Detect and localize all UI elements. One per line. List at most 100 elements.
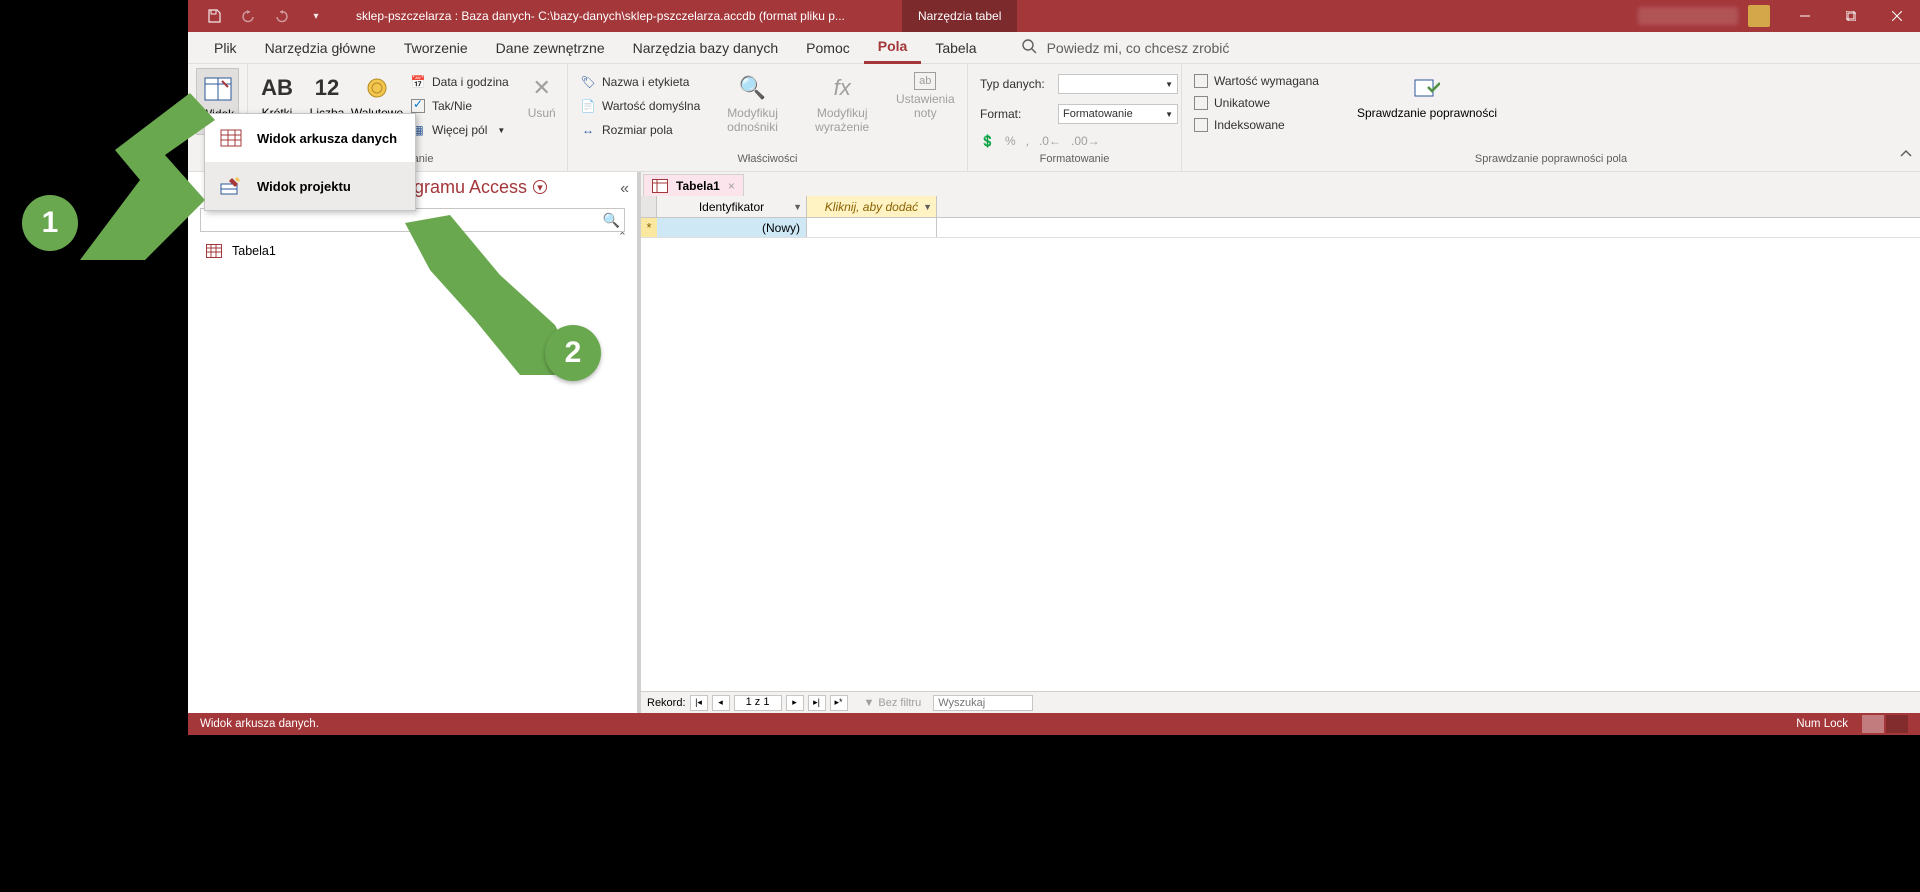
close-tab-icon[interactable]: × <box>728 179 735 193</box>
filter-icon: ▼ <box>864 697 875 709</box>
annotation-badge-1: 1 <box>22 195 78 251</box>
save-icon[interactable] <box>206 8 222 24</box>
number-format-buttons: 💲 % , .0← .00→ <box>976 132 1182 150</box>
tab-file[interactable]: Plik <box>200 32 251 64</box>
search-icon <box>1021 38 1037 57</box>
nav-header-dropdown-icon[interactable]: ▾ <box>533 180 547 194</box>
nav-item-tabela1[interactable]: Tabela1 <box>188 238 637 264</box>
row-selector-new[interactable]: * <box>641 218 657 237</box>
data-type-combo: ▼ <box>1058 74 1178 94</box>
chevron-down-icon[interactable]: ▼ <box>793 202 802 212</box>
user-avatar[interactable] <box>1748 5 1770 27</box>
record-position[interactable]: 1 z 1 <box>734 695 782 711</box>
doc-tab-tabela1[interactable]: Tabela1 × <box>643 174 744 196</box>
redo-icon[interactable] <box>274 8 290 24</box>
collapse-ribbon-icon[interactable] <box>1900 147 1912 165</box>
search-icon: 🔍 <box>603 212 620 229</box>
delete-button: ✕ Usuń <box>521 68 563 124</box>
modify-lookups-button: 🔍Modyfikuj odnośniki <box>712 68 793 138</box>
group-formatting: Formatowanie <box>976 153 1173 167</box>
collapse-nav-icon[interactable]: « <box>620 180 629 198</box>
currency-icon <box>361 72 393 104</box>
record-label: Rekord: <box>647 697 686 709</box>
text-icon: AB <box>261 72 293 104</box>
prev-record-button[interactable]: ◂ <box>712 695 730 711</box>
left-black-margin <box>0 0 188 892</box>
column-identyfikator[interactable]: Identyfikator▼ <box>657 196 807 217</box>
cell-id-new[interactable]: (Nowy) <box>657 218 807 237</box>
currency-format-icon: 💲 <box>980 134 995 148</box>
format-combo: Formatowanie▼ <box>1058 104 1178 124</box>
first-record-button[interactable]: |◂ <box>690 695 708 711</box>
nav-search-box[interactable]: 🔍 <box>200 208 625 232</box>
yes-no-button[interactable]: Tak/Nie <box>406 96 513 116</box>
field-size-button: ↔Rozmiar pola <box>576 120 704 140</box>
chevron-down-icon: ▼ <box>1165 80 1173 89</box>
ribbon: Widok ▼ AB Krótki tekst 12 Liczba Waluto… <box>188 64 1920 172</box>
decrease-decimal-icon: .00→ <box>1071 134 1100 148</box>
table-icon <box>206 244 222 258</box>
design-view-item[interactable]: Widok projektu <box>205 162 415 210</box>
context-tab-label: Narzędzia tabel <box>902 0 1017 32</box>
design-view-shortcut[interactable] <box>1886 715 1908 733</box>
nav-item-label: Tabela1 <box>232 244 276 258</box>
validation-button[interactable]: Sprawdzanie poprawności <box>1351 68 1503 124</box>
size-icon: ↔ <box>580 122 596 138</box>
maximize-button[interactable] <box>1828 0 1874 32</box>
titlebar: ▾ sklep-pszczelarza : Baza danych- C:\ba… <box>188 0 1920 32</box>
checkbox-icon <box>410 98 426 114</box>
undo-icon[interactable] <box>240 8 256 24</box>
design-view-icon <box>219 174 243 198</box>
date-time-button[interactable]: 📅Data i godzina <box>406 72 513 92</box>
chevron-down-icon: ▼ <box>1165 110 1173 119</box>
required-checkbox: Wartość wymagana <box>1190 72 1323 90</box>
next-record-button[interactable]: ▸ <box>786 695 804 711</box>
datasheet-view-item[interactable]: Widok arkusza danych <box>205 114 415 162</box>
group-properties: Właściwości <box>576 153 959 167</box>
qat-customize-icon[interactable]: ▾ <box>308 8 324 24</box>
tab-create[interactable]: Tworzenie <box>390 32 482 64</box>
window-title: sklep-pszczelarza : Baza danych- C:\bazy… <box>356 9 845 23</box>
memo-icon: ab <box>914 72 936 90</box>
select-all-cell[interactable] <box>641 196 657 217</box>
datasheet-view-label: Widok arkusza danych <box>257 131 397 146</box>
tab-help[interactable]: Pomoc <box>792 32 864 64</box>
tab-home[interactable]: Narzędzia główne <box>251 32 390 64</box>
doc-tab-label: Tabela1 <box>676 179 720 193</box>
datasheet-view-shortcut[interactable] <box>1862 715 1884 733</box>
new-record-button[interactable]: ▸* <box>830 695 848 711</box>
no-filter-label: ▼Bez filtru <box>864 697 922 709</box>
document-area: Tabela1 × Identyfikator▼ Kliknij, aby do… <box>641 172 1920 713</box>
new-record-row[interactable]: * (Nowy) <box>641 218 1920 238</box>
record-search-input[interactable] <box>933 695 1033 711</box>
memo-settings-button: abUstawienia noty <box>892 68 959 124</box>
datasheet-body[interactable] <box>641 238 1920 691</box>
more-fields-button[interactable]: ▦Więcej pól▼ <box>406 120 513 140</box>
last-record-button[interactable]: ▸| <box>808 695 826 711</box>
column-click-to-add[interactable]: Kliknij, aby dodać▼ <box>807 196 937 217</box>
tab-dbtools[interactable]: Narzędzia bazy danych <box>619 32 793 64</box>
delete-icon: ✕ <box>526 72 558 104</box>
modify-expression-button: fxModyfikuj wyrażenie <box>801 68 884 138</box>
chevron-down-icon[interactable]: ▼ <box>923 202 932 212</box>
table-icon <box>652 179 668 193</box>
status-text: Widok arkusza danych. <box>200 718 319 730</box>
default-value-button: 📄Wartość domyślna <box>576 96 704 116</box>
tab-fields[interactable]: Pola <box>864 32 922 64</box>
chevron-down-icon: ▼ <box>497 126 505 135</box>
indexed-checkbox: Indeksowane <box>1190 116 1323 134</box>
cell-add-new[interactable] <box>807 218 937 237</box>
increase-decimal-icon: .0← <box>1039 134 1061 148</box>
group-validation: Sprawdzanie poprawności pola <box>1190 153 1912 167</box>
minimize-button[interactable] <box>1782 0 1828 32</box>
statusbar: Widok arkusza danych. Num Lock <box>188 713 1920 735</box>
number-icon: 12 <box>311 72 343 104</box>
nav-expand-icon[interactable]: ⌃ <box>618 230 627 243</box>
tab-table[interactable]: Tabela <box>921 32 990 64</box>
tab-external[interactable]: Dane zewnętrzne <box>482 32 619 64</box>
close-button[interactable] <box>1874 0 1920 32</box>
annotation-badge-2: 2 <box>545 325 601 381</box>
name-caption-button: 🏷Nazwa i etykieta <box>576 72 704 92</box>
tell-me-search[interactable]: Powiedz mi, co chcesz zrobić <box>1021 38 1230 57</box>
tell-me-label: Powiedz mi, co chcesz zrobić <box>1047 40 1230 56</box>
